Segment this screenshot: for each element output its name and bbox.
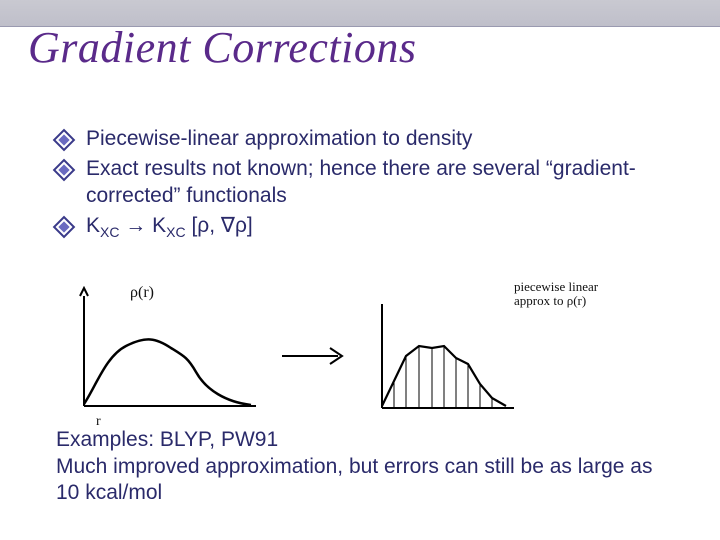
bullet-diamond-icon [53, 159, 76, 182]
kxc-arrow: → K [119, 214, 166, 237]
figure-row: ρ(r) r piecewise linear approx to ρ(r) [56, 276, 680, 436]
footer-line-2: Much improved approximation, but errors … [56, 454, 680, 507]
footer-text: Examples: BLYP, PW91 Much improved appro… [56, 427, 680, 506]
footer-line-1: Examples: BLYP, PW91 [56, 427, 680, 453]
bullet-2-text: Exact results not known; hence there are… [86, 156, 680, 209]
bullet-1-text: Piecewise-linear approximation to densit… [86, 126, 680, 152]
figure-right: piecewise linear approx to ρ(r) [364, 286, 604, 426]
kxc-sub1: XC [100, 224, 119, 240]
kxc-sub2: XC [166, 224, 185, 240]
bullet-3-text: KXC → KXC [ρ, ∇ρ] [86, 213, 680, 242]
bullet-3: KXC → KXC [ρ, ∇ρ] [56, 213, 680, 242]
bullet-diamond-icon [53, 215, 76, 238]
kxc-pre: K [86, 214, 100, 237]
figure-left-plot [56, 286, 266, 426]
bullet-diamond-icon [53, 129, 76, 152]
arrow-right-icon [280, 346, 350, 366]
bullet-1: Piecewise-linear approximation to densit… [56, 126, 680, 152]
figure-right-label: piecewise linear approx to ρ(r) [514, 280, 598, 307]
kxc-post: [ρ, ∇ρ] [186, 214, 253, 237]
bullet-2: Exact results not known; hence there are… [56, 156, 680, 209]
slide-title: Gradient Corrections [28, 22, 416, 73]
body-text: Piecewise-linear approximation to densit… [56, 126, 680, 245]
figure-left-ylabel: ρ(r) [130, 284, 154, 302]
figure-left: ρ(r) r [56, 286, 266, 426]
